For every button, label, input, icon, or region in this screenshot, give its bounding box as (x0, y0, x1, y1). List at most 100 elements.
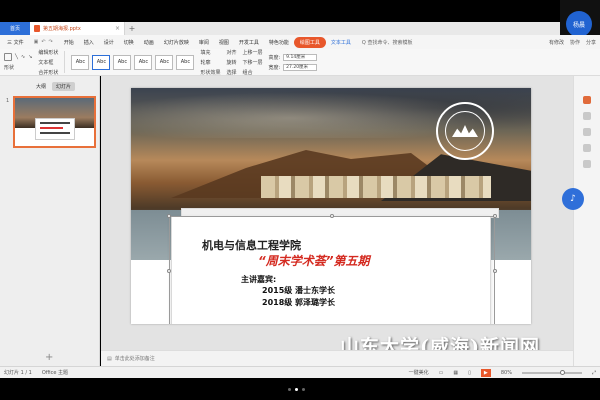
fit-window-icon[interactable]: ⤢ (592, 370, 596, 376)
menu-item-transition[interactable]: 切换 (119, 39, 139, 46)
menu-item-review[interactable]: 审阅 (194, 39, 214, 46)
share-button[interactable]: 分享 (586, 39, 596, 46)
campus-buildings (261, 176, 491, 198)
size-group: 高度: 9.14厘米 宽度: 27.20厘米 (268, 53, 318, 71)
zoom-slider[interactable] (521, 369, 582, 375)
right-tool-strip (573, 76, 600, 366)
outline-button[interactable]: 轮廓 (200, 59, 220, 66)
pptx-file-icon (34, 25, 40, 32)
menu-item-text-tools[interactable]: 文本工具 (326, 39, 356, 46)
slide-guest-1[interactable]: 2015级 潘士东学长 (262, 285, 335, 296)
textbox-button[interactable]: 文本框 (38, 59, 58, 66)
select-button[interactable]: 选择 (226, 69, 236, 76)
tab-outline[interactable]: 大纲 (36, 83, 46, 90)
menu-item-home[interactable]: 开始 (59, 39, 79, 46)
notes-icon: ▤ (107, 355, 112, 362)
shape-slash-icon[interactable]: ╲ (15, 54, 18, 60)
slide-school-name[interactable]: 机电与信息工程学院 (202, 237, 301, 253)
page-dot[interactable] (302, 388, 305, 391)
close-tab-icon[interactable]: × (115, 25, 120, 32)
fill-group: 填充 轮廓 形状效果 (200, 49, 220, 76)
menu-item-drawing-tools[interactable]: 绘图工具 (293, 36, 326, 48)
style-sample-6[interactable]: Abc (176, 54, 195, 70)
style-sample-4[interactable]: Abc (134, 54, 153, 70)
rotate-button[interactable]: 旋转 (226, 59, 236, 66)
menu-item-features[interactable]: 特色功能 (264, 39, 294, 46)
shape-label[interactable]: 形状 (4, 64, 14, 71)
group-button[interactable]: 组合 (242, 69, 262, 76)
collaborate-button[interactable]: 协作 (570, 39, 580, 46)
undo-icon[interactable]: ↶ (41, 39, 45, 45)
divider (64, 51, 66, 73)
tab-slides[interactable]: 幻灯片 (52, 82, 76, 91)
shape-group: ╲ ∿ ↘ 形状 (4, 53, 32, 71)
zoom-level[interactable]: 80% (501, 370, 512, 376)
down-layer-button[interactable]: 下移一层 (242, 59, 262, 66)
resize-handle[interactable] (167, 269, 171, 273)
play-button[interactable]: ▶ (480, 368, 491, 377)
style-sample-2[interactable]: Abc (92, 54, 111, 70)
shape-curve-icon[interactable]: ∿ (21, 54, 25, 60)
width-label: 宽度: (268, 64, 281, 71)
layout-icon[interactable] (583, 144, 591, 152)
edit-shape-button[interactable]: 编辑形状 (38, 49, 58, 56)
slide-guests-label[interactable]: 主讲嘉宾: (241, 274, 276, 285)
menu-item-developer[interactable]: 开发工具 (234, 39, 264, 46)
style-sample-5[interactable]: Abc (155, 54, 174, 70)
slide-thumbnail[interactable] (13, 96, 96, 148)
resize-handle[interactable] (493, 214, 497, 218)
slide-title[interactable]: “周末学术荟”第五期 (258, 252, 369, 269)
resize-handle[interactable] (167, 214, 171, 218)
redo-icon[interactable]: ↷ (49, 39, 53, 45)
width-input[interactable]: 27.20厘米 (283, 63, 318, 71)
menu-item-view[interactable]: 视图 (214, 39, 234, 46)
style-sample-1[interactable]: Abc (71, 54, 90, 70)
fill-button[interactable]: 填充 (200, 49, 220, 56)
tab-bar: 首页 第五期海报.pptx × + (0, 22, 560, 35)
menu-item-design[interactable]: 设计 (99, 39, 119, 46)
microphone-icon[interactable]: ♪ (562, 188, 584, 210)
view-grid-icon[interactable]: ▦ (453, 370, 458, 376)
theme-name: Office 主题 (41, 370, 69, 376)
shape-icon[interactable] (4, 53, 12, 61)
menu-item-animation[interactable]: 动画 (139, 39, 159, 46)
notes-placeholder: 单击此处添加备注 (114, 356, 155, 362)
resize-handle[interactable] (330, 214, 334, 218)
slide-count: 幻灯片 1 / 1 (4, 370, 32, 376)
property-icon[interactable] (583, 96, 591, 104)
shape-effect-button[interactable]: 形状效果 (200, 69, 220, 76)
merge-shape-button[interactable]: 合并形状 (38, 69, 58, 76)
shape-arrow-icon[interactable]: ↘ (28, 54, 32, 60)
up-layer-button[interactable]: 上移一层 (242, 49, 262, 56)
slide-guest-2[interactable]: 2018级 郭泽璐学长 (262, 297, 335, 308)
search-command[interactable]: Q 查找命令、搜索模板 (356, 39, 419, 46)
file-menu[interactable]: 三 文件 (3, 39, 28, 46)
resize-handle[interactable] (493, 269, 497, 273)
view-normal-icon[interactable]: ▭ (439, 370, 444, 376)
align-button[interactable]: 对齐 (226, 49, 236, 56)
page-dot[interactable] (288, 388, 291, 391)
beautify-button[interactable]: 一键美化 (409, 369, 429, 376)
modified-status: 有修改 (548, 39, 564, 46)
avatar[interactable]: 杨晨 (566, 11, 592, 37)
style-icon[interactable] (583, 112, 591, 120)
menu-item-insert[interactable]: 插入 (79, 39, 99, 46)
tab-home[interactable]: 首页 (0, 22, 30, 35)
view-reading-icon[interactable]: ▯ (468, 370, 471, 376)
slide[interactable]: 机电与信息工程学院 “周末学术荟”第五期 主讲嘉宾: 2015级 潘士东学长 2… (131, 88, 531, 324)
tab-document[interactable]: 第五期海报.pptx × (30, 22, 125, 35)
add-slide-button[interactable]: + (45, 352, 53, 363)
notes-area[interactable]: ▤ 单击此处添加备注 (101, 350, 573, 366)
new-tab-button[interactable]: + (125, 22, 139, 35)
menu-item-slideshow[interactable]: 幻灯片放映 (159, 39, 194, 46)
animation-icon[interactable] (583, 128, 591, 136)
height-input[interactable]: 9.14厘米 (283, 53, 318, 61)
save-icon[interactable]: ▣ (34, 39, 39, 45)
style-sample-3[interactable]: Abc (113, 54, 132, 70)
menu-right: 有修改 协作 分享 (549, 39, 600, 46)
page-dots (288, 388, 305, 391)
arrange-group-2: 上移一层 下移一层 组合 (242, 49, 262, 76)
effect-icon[interactable] (583, 160, 591, 168)
page-dot[interactable] (295, 388, 298, 391)
zoom-slider-thumb[interactable] (559, 369, 565, 375)
